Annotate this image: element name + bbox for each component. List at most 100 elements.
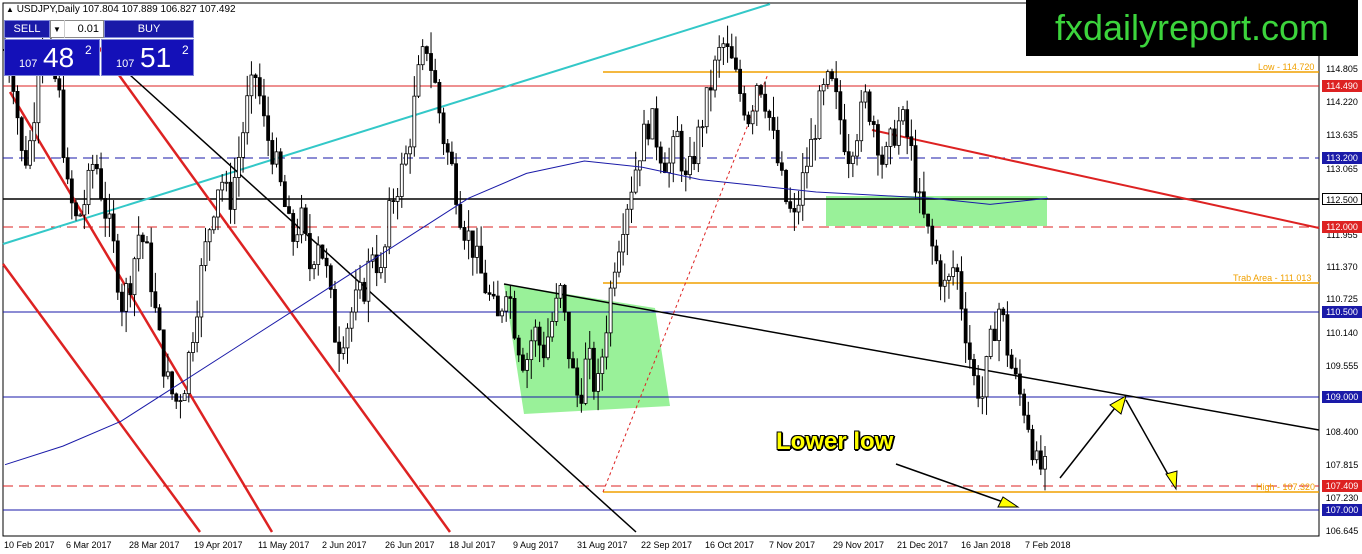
price-chart[interactable]: [0, 0, 1362, 554]
candle-body: [228, 181, 233, 210]
collapse-triangle-icon[interactable]: ▲: [6, 5, 14, 14]
candle-body: [366, 260, 371, 302]
candle-body: [516, 337, 521, 356]
candle-body: [165, 371, 170, 377]
candle-body: [23, 150, 28, 166]
candle-body: [688, 155, 692, 176]
chevron-down-icon[interactable]: ▼: [50, 20, 65, 38]
candle-body: [988, 328, 993, 357]
date-tick: 16 Oct 2017: [705, 540, 755, 550]
candle-body: [312, 264, 316, 270]
candle-body: [909, 136, 914, 147]
date-tick: 10 Feb 2017: [4, 540, 55, 550]
candle-body: [612, 271, 617, 289]
bid-price-big: 48: [43, 42, 75, 73]
candle-body: [729, 46, 734, 59]
brand-logo: fxdailyreport.com: [1026, 0, 1358, 56]
candle-body: [450, 151, 454, 165]
candle-body: [813, 138, 818, 140]
candle-body: [809, 138, 814, 167]
price-box-112-500: 112.500: [1322, 193, 1362, 205]
candle-body: [445, 143, 450, 153]
candle-body: [880, 154, 885, 165]
date-tick: 11 May 2017: [258, 540, 310, 550]
candle-body: [170, 371, 174, 395]
candle-body: [1018, 373, 1022, 395]
candle-body: [437, 82, 442, 114]
candle-body: [871, 121, 876, 125]
candle-body: [633, 169, 638, 193]
candle-body: [253, 74, 258, 79]
candle-body: [913, 145, 918, 193]
candle-body: [1005, 314, 1010, 356]
candle-body: [625, 208, 630, 235]
candle-body: [90, 163, 95, 171]
candle-body: [892, 128, 897, 146]
price-tick: 111.370: [1326, 262, 1358, 272]
candle-body: [307, 233, 312, 270]
candle-body: [103, 198, 108, 219]
candle-body: [270, 140, 275, 165]
candle-body: [111, 213, 116, 242]
candle-body: [838, 91, 843, 121]
candle-body: [621, 234, 626, 253]
candle-body: [537, 326, 542, 346]
candle-body: [917, 191, 922, 194]
candle-body: [391, 200, 396, 202]
candle-body: [1022, 393, 1027, 416]
candle-body: [295, 234, 300, 242]
candle-body: [424, 46, 429, 54]
candle-body: [433, 70, 438, 83]
candle-body: [992, 328, 997, 341]
candle-body: [967, 342, 972, 360]
candle-body: [855, 140, 859, 157]
candle-body: [754, 85, 759, 112]
candle-body: [767, 110, 772, 118]
date-tick: 31 Aug 2017: [577, 540, 628, 550]
price-box-110-500: 110.500: [1322, 306, 1362, 318]
candle-body: [157, 307, 162, 331]
candle-body: [224, 181, 229, 184]
candle-body: [708, 87, 713, 91]
candle-body: [905, 109, 910, 138]
candle-body: [554, 297, 559, 322]
price-box-107-409: 107.409: [1322, 480, 1362, 492]
candle-body: [521, 354, 525, 371]
candle-body: [395, 196, 400, 202]
candle-body: [825, 71, 830, 85]
candle-body: [1009, 354, 1014, 369]
candle-body: [596, 373, 600, 392]
candle-body: [508, 296, 513, 299]
candle-body: [28, 140, 32, 166]
candle-body: [191, 342, 195, 353]
candle-body: [353, 289, 358, 313]
candle-body: [976, 375, 981, 399]
candle-body: [458, 204, 463, 228]
candle-body: [746, 114, 751, 125]
candle-body: [938, 260, 943, 287]
candle-body: [149, 242, 154, 293]
candle-body: [617, 251, 621, 273]
level-label-high: High - 107.320: [1256, 482, 1316, 492]
candle-body: [257, 77, 262, 97]
sell-button[interactable]: SELL: [4, 20, 50, 38]
candle-body: [128, 283, 133, 296]
candle-body: [232, 177, 237, 210]
candle-body: [1026, 414, 1031, 430]
candle-body: [850, 155, 855, 165]
candle-body: [186, 352, 191, 395]
symbol-header: ▲ USDJPY,Daily 107.804 107.889 106.827 1…: [6, 4, 236, 15]
buy-button[interactable]: BUY: [104, 20, 194, 38]
candle-body: [86, 169, 91, 206]
bid-price[interactable]: 107 48 2: [4, 39, 100, 76]
candle-body: [934, 245, 939, 262]
candle-body: [901, 109, 905, 122]
lower-low-annotation: Lower low: [776, 428, 894, 455]
candle-body: [947, 276, 951, 281]
candle-body: [345, 327, 350, 349]
date-tick: 21 Dec 2017: [897, 540, 949, 550]
ask-price-small: 107: [116, 58, 135, 70]
ask-price[interactable]: 107 51 2: [101, 39, 194, 76]
candle-body: [926, 213, 930, 227]
candle-body: [884, 146, 889, 165]
